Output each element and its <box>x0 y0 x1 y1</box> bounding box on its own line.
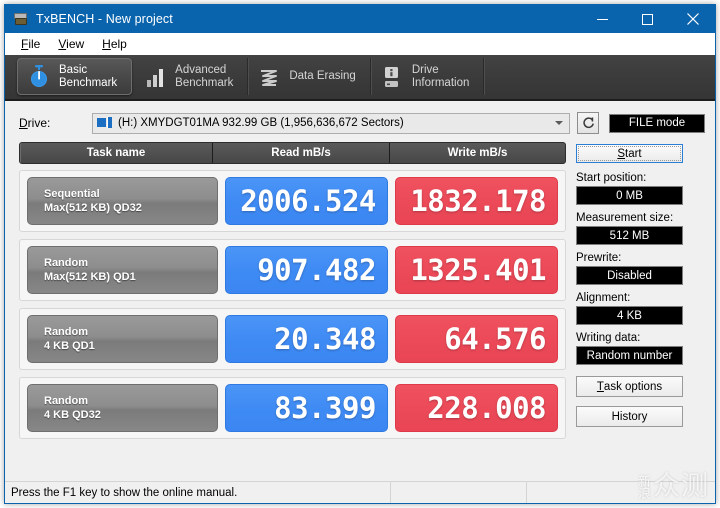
refresh-button[interactable] <box>577 112 599 134</box>
tab-label-line1: Advanced <box>175 63 227 76</box>
tab-advanced-benchmark[interactable]: Advanced Benchmark <box>134 58 249 95</box>
eraser-waves-icon <box>258 64 280 90</box>
task-button[interactable]: Random Max(512 KB) QD1 <box>27 246 218 294</box>
tab-basic-benchmark[interactable]: Basic Benchmark <box>17 58 133 95</box>
start-button[interactable]: Start <box>576 144 683 163</box>
column-header-task-name: Task name <box>20 143 213 163</box>
write-value: 228.008 <box>394 384 558 432</box>
options-sidebar: Start Start position: 0 MB Measurement s… <box>576 142 683 481</box>
read-value: 20.348 <box>224 315 388 363</box>
drive-label: Drive: <box>19 116 51 130</box>
tab-advanced-benchmark-label: Advanced Benchmark <box>175 64 233 90</box>
history-button[interactable]: History <box>576 406 683 427</box>
results-rows: Sequential Max(512 KB) QD32 2006.524 183… <box>19 170 566 439</box>
tab-label-line1: Basic <box>59 63 88 76</box>
drive-selector-row: Drive: (H:) XMYDGT01MA 932.99 GB (1,956,… <box>5 110 715 136</box>
app-window: TxBENCH - New project FFileile View Help <box>4 4 716 504</box>
write-value: 1325.401 <box>394 246 558 294</box>
read-value: 83.399 <box>224 384 388 432</box>
app-icon <box>13 11 29 27</box>
read-value: 907.482 <box>224 246 388 294</box>
tab-label-line2: Benchmark <box>59 76 118 89</box>
task-line2: Max(512 KB) QD1 <box>44 271 136 283</box>
main-toolbar: Basic Benchmark Advanced Benchmark Data … <box>5 55 715 101</box>
stopwatch-icon <box>28 64 50 90</box>
start-position-value[interactable]: 0 MB <box>576 186 683 205</box>
tab-label-line1: Data Erasing <box>289 70 356 82</box>
table-row: Random Max(512 KB) QD1 907.482 1325.401 <box>19 239 566 301</box>
file-mode-button[interactable]: FILE mode <box>609 113 705 133</box>
table-row: Random 4 KB QD32 83.399 228.008 <box>19 377 566 439</box>
task-line2: Max(512 KB) QD32 <box>44 202 142 214</box>
minimize-button[interactable] <box>580 5 625 33</box>
drive-selected-value: (H:) XMYDGT01MA 932.99 GB (1,956,636,672… <box>118 117 404 129</box>
tab-basic-benchmark-label: Basic Benchmark <box>59 64 117 90</box>
disk-icon <box>97 117 112 129</box>
status-cell-3 <box>527 482 715 503</box>
read-value: 2006.524 <box>224 177 388 225</box>
tab-drive-information-label: Drive Information <box>412 64 470 90</box>
title-bar: TxBENCH - New project <box>5 5 715 33</box>
drive-info-icon <box>381 64 403 90</box>
tab-label-line1: Drive <box>411 63 439 76</box>
close-button[interactable] <box>670 5 715 33</box>
tab-label-line2: Benchmark <box>175 76 234 89</box>
menu-file[interactable]: FFileile <box>12 35 49 53</box>
status-cell-2 <box>391 482 527 503</box>
window-title: TxBENCH - New project <box>36 12 173 26</box>
main-content: Drive: (H:) XMYDGT01MA 932.99 GB (1,956,… <box>5 101 715 503</box>
task-button[interactable]: Random 4 KB QD1 <box>27 315 218 363</box>
write-value: 64.576 <box>394 315 558 363</box>
refresh-icon <box>582 116 594 128</box>
tab-data-erasing-label: Data Erasing <box>289 70 355 83</box>
status-bar: Press the F1 key to show the online manu… <box>5 481 715 503</box>
menu-view[interactable]: View <box>49 35 93 53</box>
results-table-header: Task name Read mB/s Write mB/s <box>19 142 566 164</box>
task-line2: 4 KB QD32 <box>44 409 101 421</box>
maximize-button[interactable] <box>625 5 670 33</box>
status-message: Press the F1 key to show the online manu… <box>5 482 391 503</box>
column-header-write: Write mB/s <box>447 147 508 159</box>
table-row: Random 4 KB QD1 20.348 64.576 <box>19 308 566 370</box>
tab-data-erasing[interactable]: Data Erasing <box>248 58 371 95</box>
task-line1: Random <box>44 395 88 407</box>
task-line1: Sequential <box>44 188 100 200</box>
measurement-size-label: Measurement size: <box>576 212 674 224</box>
task-line1: Random <box>44 257 88 269</box>
menu-help[interactable]: Help <box>93 35 136 53</box>
chevron-down-icon <box>555 121 563 125</box>
tab-drive-information[interactable]: Drive Information <box>371 58 485 95</box>
body-split: Task name Read mB/s Write mB/s Sequentia… <box>5 136 715 481</box>
prewrite-label: Prewrite: <box>576 252 622 264</box>
alignment-value[interactable]: 4 KB <box>576 306 683 325</box>
task-button[interactable]: Sequential Max(512 KB) QD32 <box>27 177 218 225</box>
alignment-label: Alignment: <box>576 292 631 304</box>
task-button[interactable]: Random 4 KB QD32 <box>27 384 218 432</box>
start-position-label: Start position: <box>576 172 647 184</box>
write-value: 1832.178 <box>394 177 558 225</box>
menu-bar: FFileile View Help <box>5 33 715 55</box>
window-controls <box>580 5 715 33</box>
prewrite-value[interactable]: Disabled <box>576 266 683 285</box>
writing-data-label: Writing data: <box>576 332 641 344</box>
task-options-button[interactable]: Task options <box>576 376 683 397</box>
drive-select[interactable]: (H:) XMYDGT01MA 932.99 GB (1,956,636,672… <box>92 112 570 134</box>
task-line2: 4 KB QD1 <box>44 340 95 352</box>
column-header-read: Read mB/s <box>213 143 390 163</box>
bar-chart-icon <box>144 64 166 90</box>
writing-data-value[interactable]: Random number <box>576 346 683 365</box>
task-line1: Random <box>44 326 88 338</box>
results-panel: Task name Read mB/s Write mB/s Sequentia… <box>19 142 566 481</box>
table-row: Sequential Max(512 KB) QD32 2006.524 183… <box>19 170 566 232</box>
tab-label-line2: Information <box>411 76 470 89</box>
measurement-size-value[interactable]: 512 MB <box>576 226 683 245</box>
